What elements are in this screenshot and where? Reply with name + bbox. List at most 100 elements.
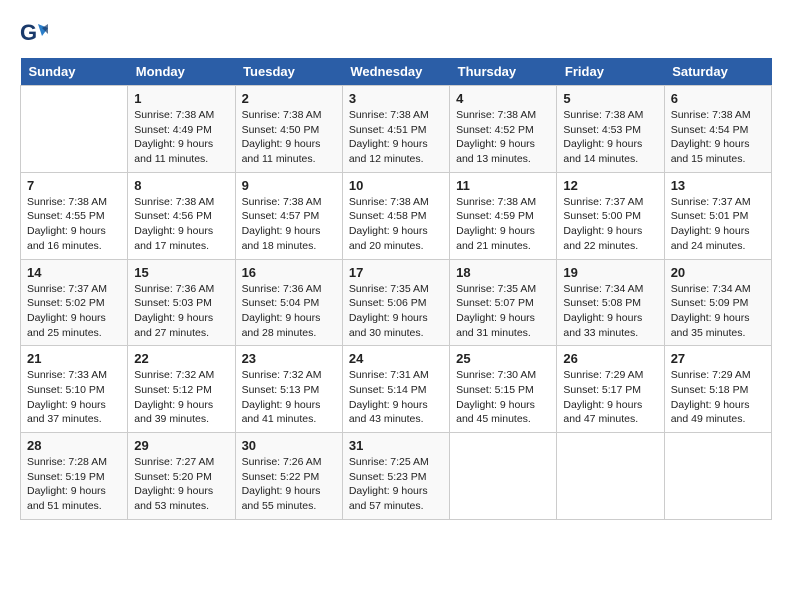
day-info: Sunrise: 7:35 AM Sunset: 5:07 PM Dayligh… xyxy=(456,282,550,341)
day-cell: 6 Sunrise: 7:38 AM Sunset: 4:54 PM Daylig… xyxy=(664,86,771,173)
day-info: Sunrise: 7:30 AM Sunset: 5:15 PM Dayligh… xyxy=(456,368,550,427)
day-info: Sunrise: 7:34 AM Sunset: 5:08 PM Dayligh… xyxy=(563,282,657,341)
day-info: Sunrise: 7:38 AM Sunset: 4:50 PM Dayligh… xyxy=(242,108,336,167)
day-number: 11 xyxy=(456,178,550,193)
day-info: Sunrise: 7:38 AM Sunset: 4:59 PM Dayligh… xyxy=(456,195,550,254)
day-cell xyxy=(21,86,128,173)
day-info: Sunrise: 7:37 AM Sunset: 5:01 PM Dayligh… xyxy=(671,195,765,254)
day-info: Sunrise: 7:38 AM Sunset: 4:51 PM Dayligh… xyxy=(349,108,443,167)
day-cell: 4 Sunrise: 7:38 AM Sunset: 4:52 PM Daylig… xyxy=(450,86,557,173)
calendar-table: SundayMondayTuesdayWednesdayThursdayFrid… xyxy=(20,58,772,520)
day-info: Sunrise: 7:28 AM Sunset: 5:19 PM Dayligh… xyxy=(27,455,121,514)
day-number: 18 xyxy=(456,265,550,280)
column-header-wednesday: Wednesday xyxy=(342,58,449,86)
day-number: 4 xyxy=(456,91,550,106)
day-info: Sunrise: 7:33 AM Sunset: 5:10 PM Dayligh… xyxy=(27,368,121,427)
day-cell: 2 Sunrise: 7:38 AM Sunset: 4:50 PM Daylig… xyxy=(235,86,342,173)
day-cell: 15 Sunrise: 7:36 AM Sunset: 5:03 PM Dayli… xyxy=(128,259,235,346)
day-number: 8 xyxy=(134,178,228,193)
day-number: 10 xyxy=(349,178,443,193)
week-row-2: 7 Sunrise: 7:38 AM Sunset: 4:55 PM Daylig… xyxy=(21,172,772,259)
day-number: 22 xyxy=(134,351,228,366)
day-cell: 24 Sunrise: 7:31 AM Sunset: 5:14 PM Dayli… xyxy=(342,346,449,433)
day-cell: 17Sunrise: 7:35 AM Sunset: 5:06 PM Dayli… xyxy=(342,259,449,346)
week-row-1: 1Sunrise: 7:38 AM Sunset: 4:49 PM Daylig… xyxy=(21,86,772,173)
day-cell: 12 Sunrise: 7:37 AM Sunset: 5:00 PM Dayli… xyxy=(557,172,664,259)
days-header-row: SundayMondayTuesdayWednesdayThursdayFrid… xyxy=(21,58,772,86)
week-row-3: 14 Sunrise: 7:37 AM Sunset: 5:02 PM Dayli… xyxy=(21,259,772,346)
column-header-monday: Monday xyxy=(128,58,235,86)
day-info: Sunrise: 7:37 AM Sunset: 5:02 PM Dayligh… xyxy=(27,282,121,341)
day-cell: 7 Sunrise: 7:38 AM Sunset: 4:55 PM Daylig… xyxy=(21,172,128,259)
day-cell: 3 Sunrise: 7:38 AM Sunset: 4:51 PM Daylig… xyxy=(342,86,449,173)
day-cell: 8Sunrise: 7:38 AM Sunset: 4:56 PM Daylig… xyxy=(128,172,235,259)
day-info: Sunrise: 7:29 AM Sunset: 5:18 PM Dayligh… xyxy=(671,368,765,427)
day-info: Sunrise: 7:38 AM Sunset: 4:52 PM Dayligh… xyxy=(456,108,550,167)
day-cell xyxy=(557,433,664,520)
day-info: Sunrise: 7:25 AM Sunset: 5:23 PM Dayligh… xyxy=(349,455,443,514)
day-number: 19 xyxy=(563,265,657,280)
day-info: Sunrise: 7:37 AM Sunset: 5:00 PM Dayligh… xyxy=(563,195,657,254)
column-header-sunday: Sunday xyxy=(21,58,128,86)
day-number: 13 xyxy=(671,178,765,193)
day-number: 9 xyxy=(242,178,336,193)
day-info: Sunrise: 7:26 AM Sunset: 5:22 PM Dayligh… xyxy=(242,455,336,514)
day-cell: 30 Sunrise: 7:26 AM Sunset: 5:22 PM Dayli… xyxy=(235,433,342,520)
day-number: 23 xyxy=(242,351,336,366)
day-cell: 27Sunrise: 7:29 AM Sunset: 5:18 PM Dayli… xyxy=(664,346,771,433)
day-number: 7 xyxy=(27,178,121,193)
day-number: 30 xyxy=(242,438,336,453)
day-info: Sunrise: 7:36 AM Sunset: 5:04 PM Dayligh… xyxy=(242,282,336,341)
day-info: Sunrise: 7:35 AM Sunset: 5:06 PM Dayligh… xyxy=(349,282,443,341)
day-info: Sunrise: 7:38 AM Sunset: 4:53 PM Dayligh… xyxy=(563,108,657,167)
day-info: Sunrise: 7:36 AM Sunset: 5:03 PM Dayligh… xyxy=(134,282,228,341)
day-info: Sunrise: 7:34 AM Sunset: 5:09 PM Dayligh… xyxy=(671,282,765,341)
day-cell: 29 Sunrise: 7:27 AM Sunset: 5:20 PM Dayli… xyxy=(128,433,235,520)
day-cell: 18 Sunrise: 7:35 AM Sunset: 5:07 PM Dayli… xyxy=(450,259,557,346)
day-info: Sunrise: 7:27 AM Sunset: 5:20 PM Dayligh… xyxy=(134,455,228,514)
logo: G xyxy=(20,20,52,48)
day-number: 15 xyxy=(134,265,228,280)
day-info: Sunrise: 7:38 AM Sunset: 4:57 PM Dayligh… xyxy=(242,195,336,254)
day-number: 14 xyxy=(27,265,121,280)
day-cell: 22Sunrise: 7:32 AM Sunset: 5:12 PM Dayli… xyxy=(128,346,235,433)
day-number: 31 xyxy=(349,438,443,453)
week-row-5: 28 Sunrise: 7:28 AM Sunset: 5:19 PM Dayli… xyxy=(21,433,772,520)
week-row-4: 21 Sunrise: 7:33 AM Sunset: 5:10 PM Dayli… xyxy=(21,346,772,433)
day-number: 5 xyxy=(563,91,657,106)
svg-text:G: G xyxy=(20,20,37,45)
day-number: 20 xyxy=(671,265,765,280)
day-cell: 21 Sunrise: 7:33 AM Sunset: 5:10 PM Dayli… xyxy=(21,346,128,433)
day-number: 21 xyxy=(27,351,121,366)
day-number: 16 xyxy=(242,265,336,280)
day-cell: 14 Sunrise: 7:37 AM Sunset: 5:02 PM Dayli… xyxy=(21,259,128,346)
day-number: 28 xyxy=(27,438,121,453)
day-cell: 1Sunrise: 7:38 AM Sunset: 4:49 PM Daylig… xyxy=(128,86,235,173)
day-info: Sunrise: 7:38 AM Sunset: 4:49 PM Dayligh… xyxy=(134,108,228,167)
day-number: 24 xyxy=(349,351,443,366)
day-cell: 26 Sunrise: 7:29 AM Sunset: 5:17 PM Dayli… xyxy=(557,346,664,433)
column-header-saturday: Saturday xyxy=(664,58,771,86)
day-info: Sunrise: 7:31 AM Sunset: 5:14 PM Dayligh… xyxy=(349,368,443,427)
day-number: 26 xyxy=(563,351,657,366)
day-number: 12 xyxy=(563,178,657,193)
day-cell: 9 Sunrise: 7:38 AM Sunset: 4:57 PM Daylig… xyxy=(235,172,342,259)
day-cell: 19 Sunrise: 7:34 AM Sunset: 5:08 PM Dayli… xyxy=(557,259,664,346)
day-cell: 5 Sunrise: 7:38 AM Sunset: 4:53 PM Daylig… xyxy=(557,86,664,173)
logo-icon: G xyxy=(20,20,48,48)
day-info: Sunrise: 7:29 AM Sunset: 5:17 PM Dayligh… xyxy=(563,368,657,427)
day-number: 3 xyxy=(349,91,443,106)
column-header-tuesday: Tuesday xyxy=(235,58,342,86)
day-number: 2 xyxy=(242,91,336,106)
day-info: Sunrise: 7:38 AM Sunset: 4:58 PM Dayligh… xyxy=(349,195,443,254)
day-cell: 25 Sunrise: 7:30 AM Sunset: 5:15 PM Dayli… xyxy=(450,346,557,433)
day-cell: 10 Sunrise: 7:38 AM Sunset: 4:58 PM Dayli… xyxy=(342,172,449,259)
day-cell: 11 Sunrise: 7:38 AM Sunset: 4:59 PM Dayli… xyxy=(450,172,557,259)
day-number: 6 xyxy=(671,91,765,106)
day-cell: 23 Sunrise: 7:32 AM Sunset: 5:13 PM Dayli… xyxy=(235,346,342,433)
day-info: Sunrise: 7:38 AM Sunset: 4:54 PM Dayligh… xyxy=(671,108,765,167)
day-info: Sunrise: 7:38 AM Sunset: 4:55 PM Dayligh… xyxy=(27,195,121,254)
day-number: 25 xyxy=(456,351,550,366)
day-number: 29 xyxy=(134,438,228,453)
day-info: Sunrise: 7:32 AM Sunset: 5:13 PM Dayligh… xyxy=(242,368,336,427)
